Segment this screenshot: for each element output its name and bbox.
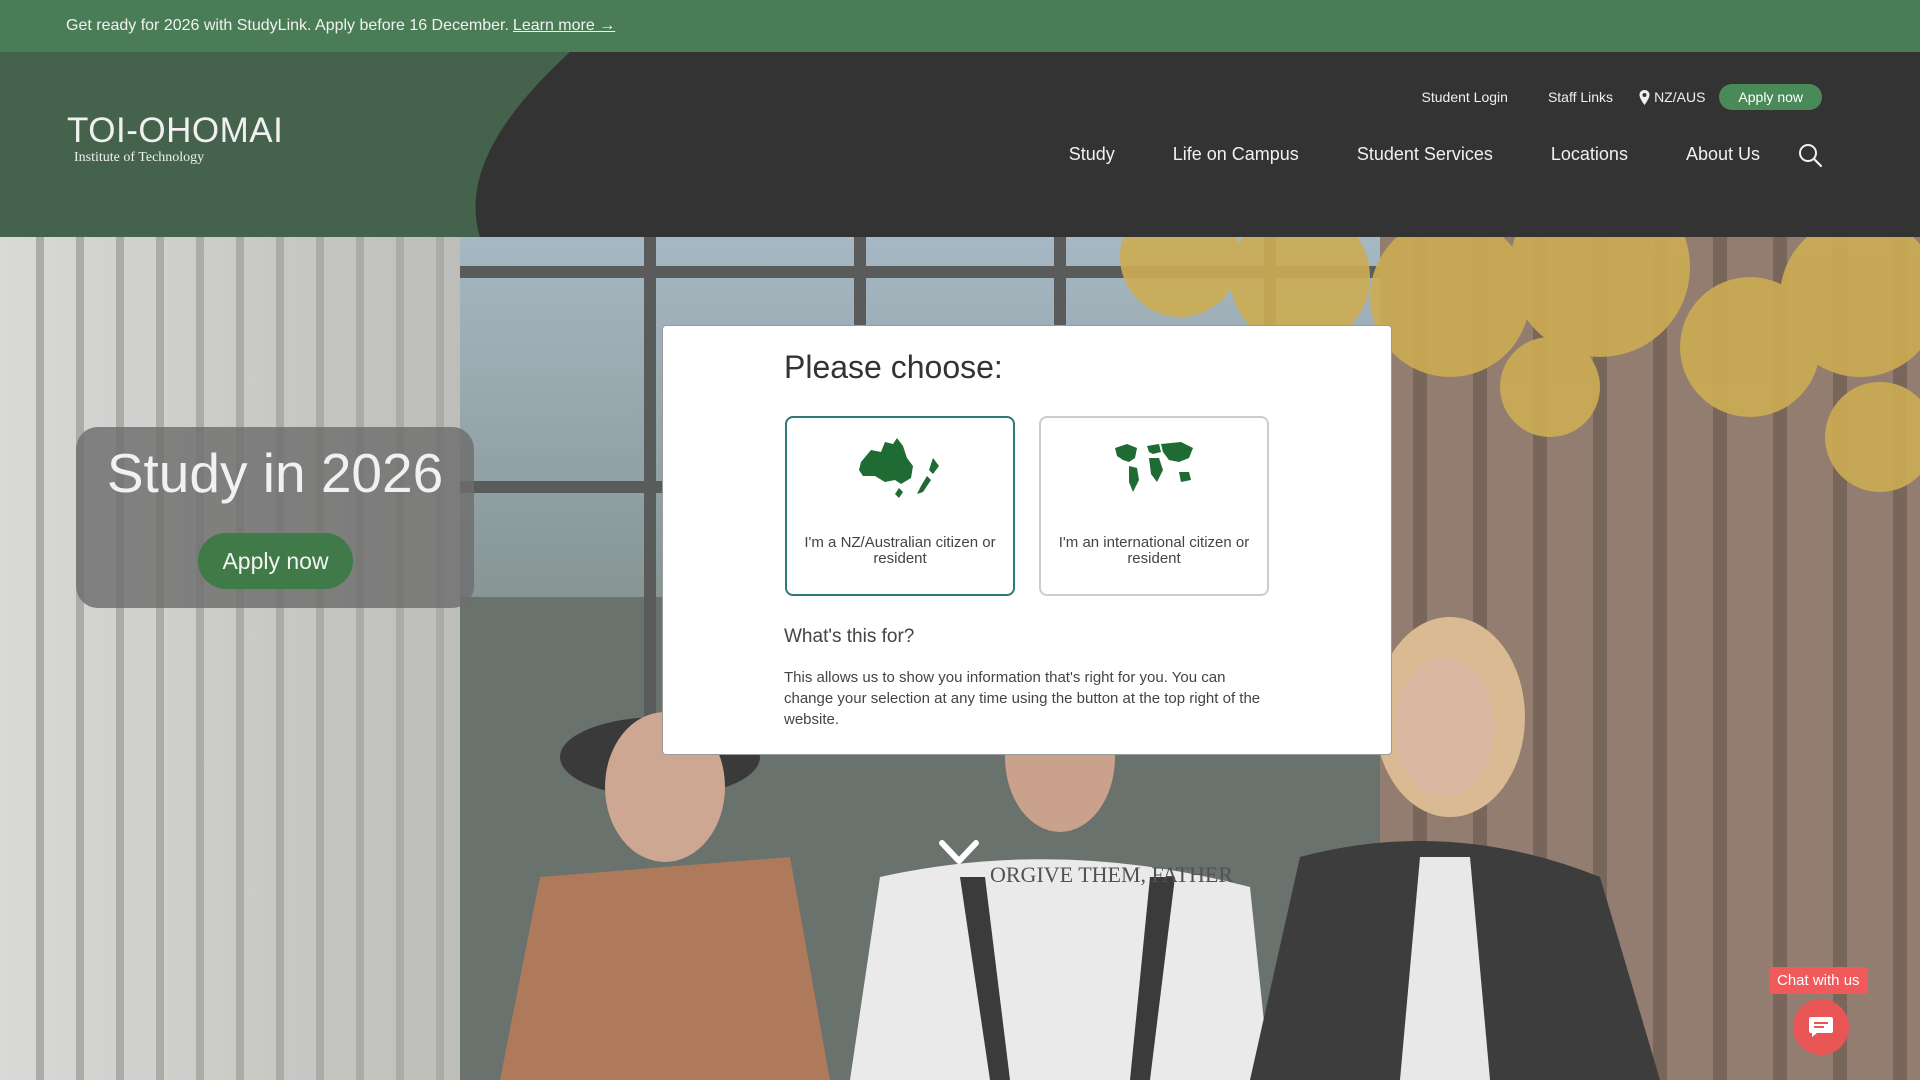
main-nav: Study Life on Campus Student Services Lo… bbox=[1011, 144, 1760, 165]
chat-with-us-label[interactable]: Chat with us bbox=[1769, 967, 1868, 994]
search-icon[interactable] bbox=[1797, 142, 1823, 168]
region-label: NZ/AUS bbox=[1654, 89, 1706, 105]
region-choice-modal: Please choose: I'm a NZ/Australian citiz… bbox=[662, 325, 1392, 755]
nav-about-us[interactable]: About Us bbox=[1686, 144, 1760, 165]
world-map-icon bbox=[1115, 442, 1193, 492]
australia-nz-map-icon bbox=[859, 438, 939, 498]
chat-bubble-icon bbox=[1809, 1017, 1833, 1037]
utility-nav: Student Login Staff Links NZ/AUS Apply n… bbox=[1382, 84, 1822, 110]
logo-subtitle: Institute of Technology bbox=[74, 150, 205, 165]
logo-wordmark: TOI-OHOMAI bbox=[67, 111, 284, 150]
nz-australian-choice[interactable]: I'm a NZ/Australian citizen or resident bbox=[785, 416, 1015, 596]
staff-links-link[interactable]: Staff Links bbox=[1548, 89, 1613, 105]
region-selector[interactable]: NZ/AUS bbox=[1639, 89, 1705, 105]
site-logo[interactable]: TOI-OHOMAI Institute of Technology bbox=[67, 112, 283, 166]
nz-choice-label: I'm a NZ/Australian citizen or resident bbox=[804, 534, 996, 567]
hero-title: Study in 2026 bbox=[106, 442, 444, 504]
nav-locations[interactable]: Locations bbox=[1551, 144, 1628, 165]
site-header: TOI-OHOMAI Institute of Technology Stude… bbox=[0, 52, 1920, 237]
announcement-bar: Get ready for 2026 with StudyLink. Apply… bbox=[0, 0, 1920, 52]
announcement-text: Get ready for 2026 with StudyLink. Apply… bbox=[66, 17, 509, 34]
nav-student-services[interactable]: Student Services bbox=[1357, 144, 1493, 165]
modal-description: This allows us to show you information t… bbox=[784, 669, 1261, 728]
hero-card: Study in 2026 Apply now bbox=[76, 427, 474, 608]
modal-subheading: What's this for? bbox=[784, 626, 915, 647]
hero-apply-button[interactable]: Apply now bbox=[198, 533, 353, 589]
international-choice[interactable]: I'm an international citizen or resident bbox=[1039, 416, 1269, 596]
modal-heading: Please choose: bbox=[784, 349, 1003, 385]
header-apply-button[interactable]: Apply now bbox=[1719, 84, 1822, 110]
location-pin-icon bbox=[1639, 89, 1650, 105]
scroll-down-chevron-icon[interactable] bbox=[938, 837, 980, 867]
nav-study[interactable]: Study bbox=[1069, 144, 1115, 165]
nav-life-on-campus[interactable]: Life on Campus bbox=[1173, 144, 1299, 165]
international-choice-label: I'm an international citizen or resident bbox=[1058, 534, 1250, 567]
student-login-link[interactable]: Student Login bbox=[1422, 89, 1508, 105]
learn-more-link[interactable]: Learn more → bbox=[513, 17, 615, 35]
chat-button[interactable] bbox=[1793, 999, 1849, 1055]
